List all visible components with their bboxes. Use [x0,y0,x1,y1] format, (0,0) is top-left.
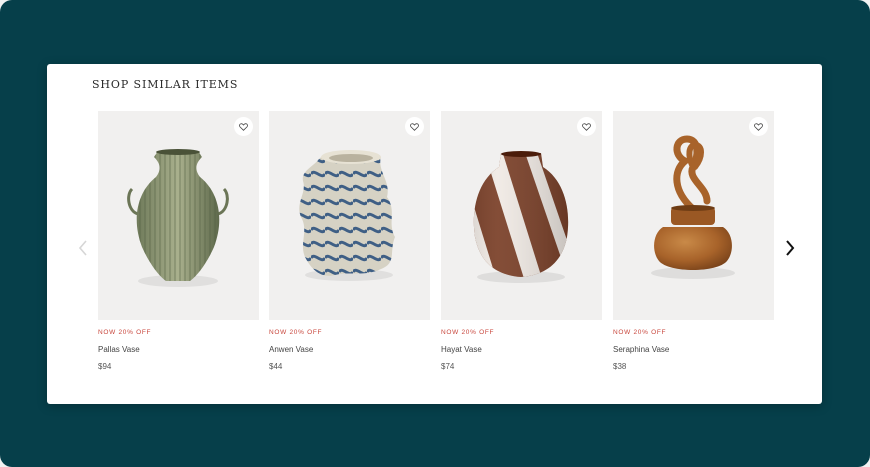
favorite-button[interactable] [234,117,253,136]
favorite-button[interactable] [405,117,424,136]
product-name[interactable]: Hayat Vase [441,345,482,354]
carousel-prev-button[interactable] [73,238,93,258]
product-card[interactable]: NOW 20% OFF Anwen Vase $44 [269,111,430,381]
similar-items-panel: SHOP SIMILAR ITEMS NOW 20% OFF Pallas Va… [47,64,822,404]
pallas-vase-image [127,149,229,287]
carousel-next-button[interactable] [780,238,800,258]
product-price: $38 [613,362,627,371]
product-price: $74 [441,362,455,371]
product-card[interactable]: NOW 20% OFF Pallas Vase $94 [98,111,259,381]
chevron-left-icon [78,240,87,256]
product-image[interactable] [98,111,259,320]
heart-icon [582,122,591,131]
favorite-button[interactable] [577,117,596,136]
sale-badge: NOW 20% OFF [613,329,667,336]
sale-badge: NOW 20% OFF [98,329,152,336]
hayat-vase-image [473,151,569,283]
product-image[interactable] [441,111,602,320]
product-name[interactable]: Anwen Vase [269,345,313,354]
chevron-right-icon [786,240,795,256]
favorite-button[interactable] [749,117,768,136]
product-name[interactable]: Seraphina Vase [613,345,669,354]
anwen-vase-image [299,150,395,281]
seraphina-vase-image [651,135,735,279]
product-image[interactable] [269,111,430,320]
heart-icon [754,122,763,131]
heart-icon [410,122,419,131]
section-title: SHOP SIMILAR ITEMS [92,78,239,91]
product-name[interactable]: Pallas Vase [98,345,140,354]
heart-icon [239,122,248,131]
product-card[interactable]: NOW 20% OFF Hayat Vase $74 [441,111,602,381]
sale-badge: NOW 20% OFF [269,329,323,336]
page-background: SHOP SIMILAR ITEMS NOW 20% OFF Pallas Va… [0,0,870,467]
product-card[interactable]: NOW 20% OFF Seraphina Vase $38 [613,111,774,381]
sale-badge: NOW 20% OFF [441,329,495,336]
product-price: $94 [98,362,112,371]
product-price: $44 [269,362,283,371]
product-image[interactable] [613,111,774,320]
